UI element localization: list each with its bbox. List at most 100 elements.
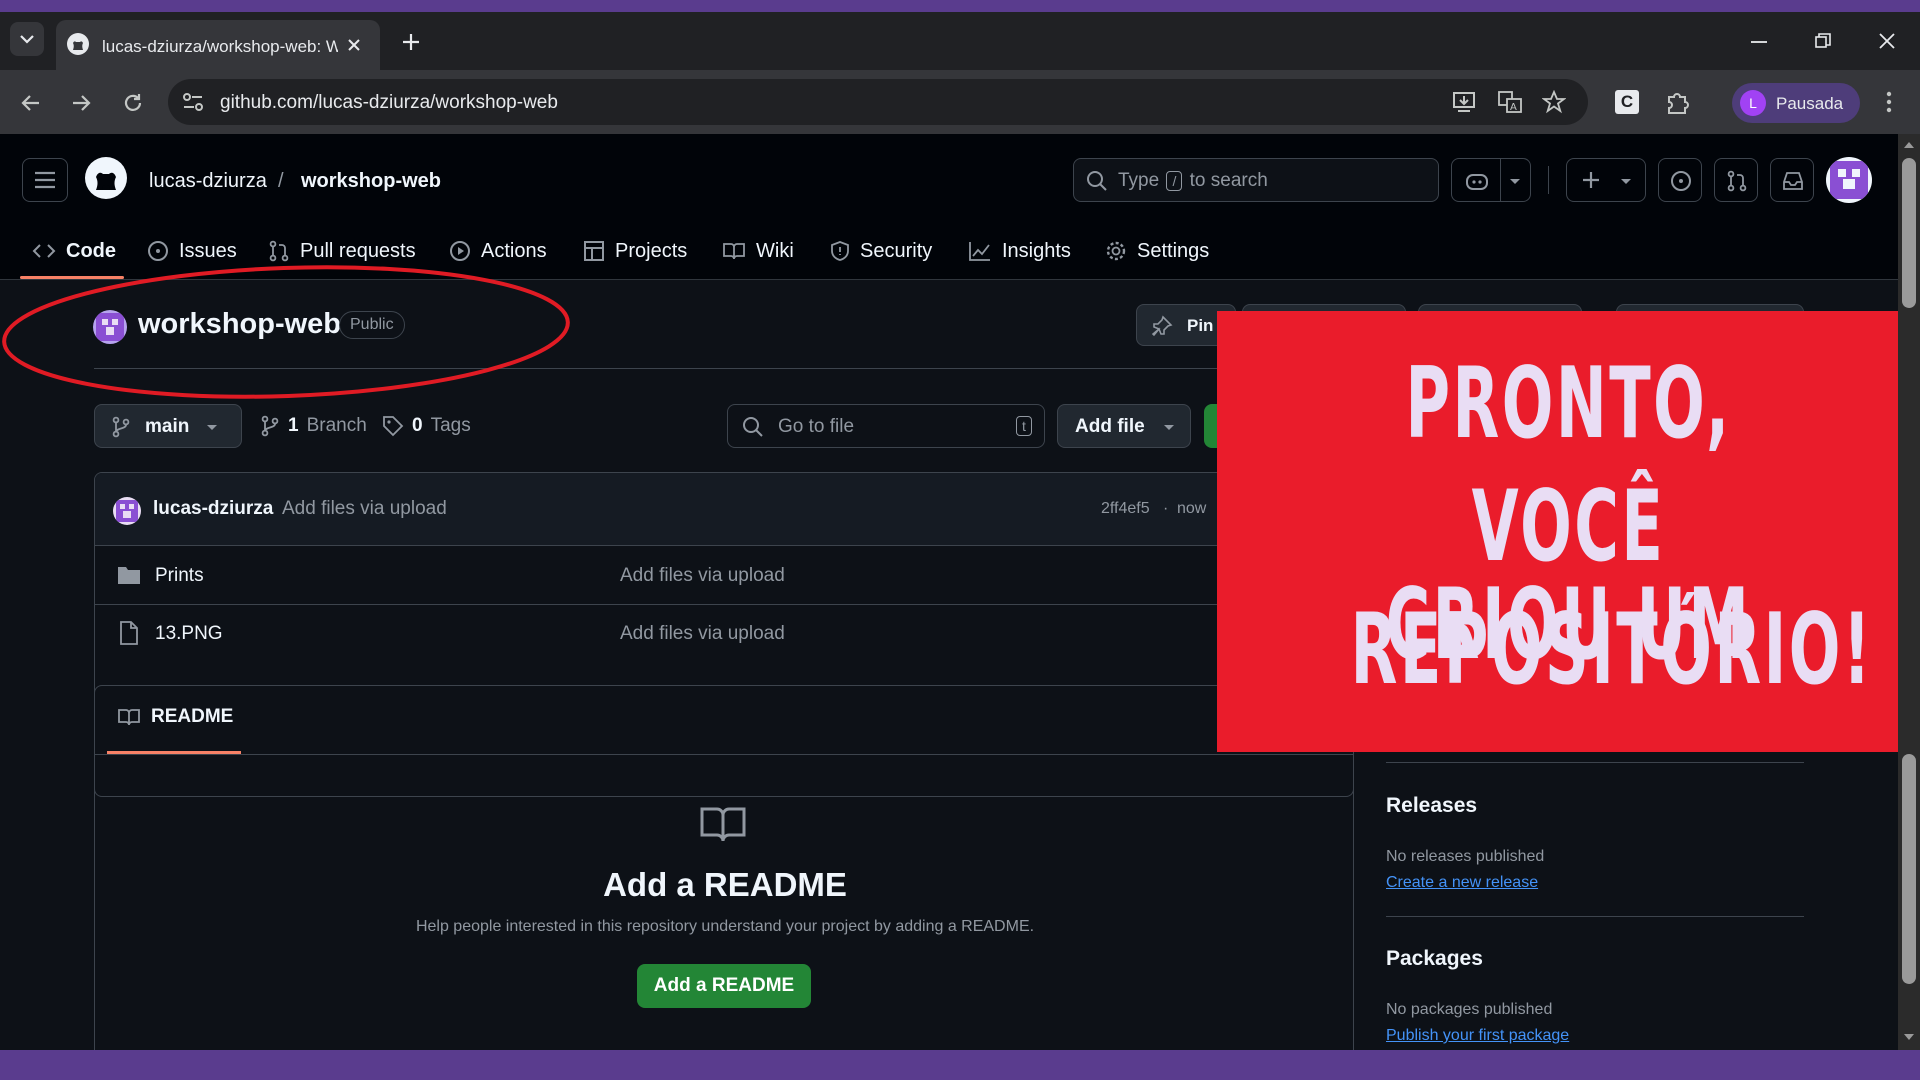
back-arrow-icon[interactable]	[20, 92, 42, 114]
tab-projects[interactable]: Projects	[583, 234, 687, 268]
avatar-identicon-icon	[1830, 161, 1868, 199]
book-icon	[118, 709, 140, 726]
hamburger-icon	[35, 171, 55, 189]
packages-heading[interactable]: Packages	[1386, 947, 1483, 971]
scroll-down-arrow-icon[interactable]	[1903, 1032, 1915, 1042]
publish-package-link[interactable]: Publish your first package	[1386, 1027, 1569, 1045]
go-to-file-shortcut: t	[1016, 416, 1032, 436]
frame-bottom-border	[0, 1050, 1920, 1080]
commit-dot: ·	[1163, 500, 1169, 517]
add-readme-button[interactable]: Add a README	[637, 964, 811, 1008]
tab-search-button[interactable]	[10, 22, 44, 56]
search-icon	[743, 417, 763, 437]
restore-icon[interactable]	[1814, 32, 1832, 50]
forward-arrow-icon[interactable]	[70, 92, 92, 114]
file-commit-message[interactable]: Add files via upload	[620, 565, 785, 587]
commit-author[interactable]: lucas-dziurza	[153, 498, 273, 520]
new-tab-icon[interactable]	[400, 31, 422, 53]
translate-icon[interactable]: A	[1498, 91, 1522, 113]
sidebar-divider	[1386, 762, 1804, 763]
pull-request-icon	[1727, 170, 1747, 192]
page-scrollbar[interactable]	[1898, 134, 1920, 1050]
book-large-icon	[700, 807, 746, 842]
file-row-prints[interactable]: Prints Add files via upload	[95, 547, 1353, 605]
search-shortcut-key: /	[1166, 171, 1183, 191]
avatar-identicon-icon	[116, 500, 138, 522]
create-release-link[interactable]: Create a new release	[1386, 874, 1538, 892]
browser-tab-strip: lucas-dziurza/workshop-web: W	[0, 12, 1920, 70]
reload-icon[interactable]	[121, 91, 145, 115]
tab-insights[interactable]: Insights	[968, 234, 1071, 268]
close-tab-icon[interactable]	[346, 37, 362, 53]
file-commit-message[interactable]: Add files via upload	[620, 623, 785, 645]
address-bar[interactable]: github.com/lucas-dziurza/workshop-web A	[168, 79, 1588, 125]
folder-icon	[118, 567, 140, 584]
book-icon	[723, 243, 745, 260]
releases-heading[interactable]: Releases	[1386, 794, 1477, 818]
tab-security[interactable]: Security	[830, 234, 932, 268]
extension-c-icon[interactable]: C	[1615, 90, 1639, 114]
create-new-button[interactable]	[1566, 158, 1646, 202]
play-icon	[450, 241, 470, 261]
breadcrumb-owner[interactable]: lucas-dziurza	[149, 170, 267, 193]
readme-tab[interactable]: README	[117, 706, 233, 728]
extensions-puzzle-icon[interactable]	[1665, 89, 1691, 115]
site-info-icon[interactable]	[182, 92, 204, 112]
browser-toolbar: github.com/lucas-dziurza/workshop-web A …	[0, 70, 1920, 134]
copilot-button[interactable]	[1451, 158, 1531, 202]
github-favicon-icon	[67, 33, 89, 55]
user-avatar[interactable]	[1826, 157, 1872, 203]
releases-empty-text: No releases published	[1386, 848, 1545, 865]
file-row-13png[interactable]: 13.PNG Add files via upload	[95, 605, 1353, 663]
branches-link[interactable]: 1 Branch	[260, 415, 367, 437]
go-to-file-placeholder: Go to file	[778, 416, 855, 437]
scrollbar-thumb-lower[interactable]	[1902, 754, 1916, 984]
tab-settings[interactable]: Settings	[1105, 234, 1209, 268]
browser-menu-icon[interactable]	[1885, 90, 1893, 114]
issue-circle-icon	[1671, 171, 1691, 191]
table-icon	[584, 241, 604, 261]
packages-empty-text: No packages published	[1386, 1001, 1553, 1018]
github-logo-icon[interactable]	[84, 156, 128, 200]
url-text: github.com/lucas-dziurza/workshop-web	[220, 92, 558, 113]
issue-icon	[148, 241, 168, 261]
announcement-overlay: PRONTO, VOCÊ CRIOU UM REPOSITÓRIO!	[1217, 311, 1920, 752]
browser-tab-active[interactable]: lucas-dziurza/workshop-web: W	[56, 20, 380, 70]
file-name[interactable]: Prints	[155, 565, 204, 587]
minimize-icon[interactable]	[1750, 40, 1768, 44]
branch-name: main	[145, 416, 190, 437]
global-search-input[interactable]: Type / to search	[1073, 158, 1439, 202]
breadcrumb-repo[interactable]: workshop-web	[301, 170, 441, 193]
tags-link[interactable]: 0 Tags	[382, 415, 471, 437]
file-name[interactable]: 13.PNG	[155, 623, 223, 645]
bookmark-star-icon[interactable]	[1542, 90, 1566, 114]
tab-wiki[interactable]: Wiki	[722, 234, 794, 268]
go-to-file-input[interactable]: Go to file t	[727, 404, 1045, 448]
plus-icon	[1583, 172, 1599, 188]
commit-hash[interactable]: 2ff4ef5	[1101, 500, 1150, 518]
profile-avatar: L	[1740, 90, 1766, 116]
github-header: lucas-dziurza / workshop-web Type / to s…	[0, 134, 1900, 280]
chevron-down-icon	[20, 35, 34, 44]
issues-button[interactable]	[1658, 158, 1702, 202]
hamburger-menu-button[interactable]	[22, 158, 68, 202]
chevron-down-icon	[1510, 179, 1520, 184]
close-window-icon[interactable]	[1878, 32, 1896, 50]
inbox-button[interactable]	[1770, 158, 1814, 202]
shield-icon	[831, 241, 849, 261]
inbox-icon	[1783, 172, 1803, 190]
profile-chip[interactable]: L Pausada	[1732, 83, 1860, 123]
pull-requests-button[interactable]	[1714, 158, 1758, 202]
readme-panel: README Add a README Help people interest…	[94, 685, 1354, 1050]
install-app-icon[interactable]	[1452, 91, 1476, 113]
commit-author-avatar[interactable]	[113, 497, 141, 525]
add-file-button[interactable]: Add file	[1057, 404, 1191, 448]
caret-down-icon	[207, 425, 217, 430]
search-icon	[1087, 171, 1107, 191]
readme-empty-description: Help people interested in this repositor…	[415, 918, 1035, 935]
commit-time: now	[1177, 500, 1207, 517]
commit-message[interactable]: Add files via upload	[282, 498, 447, 520]
scrollbar-thumb[interactable]	[1902, 158, 1916, 308]
scroll-up-arrow-icon[interactable]	[1903, 140, 1915, 150]
annotation-ellipse	[2, 265, 570, 399]
